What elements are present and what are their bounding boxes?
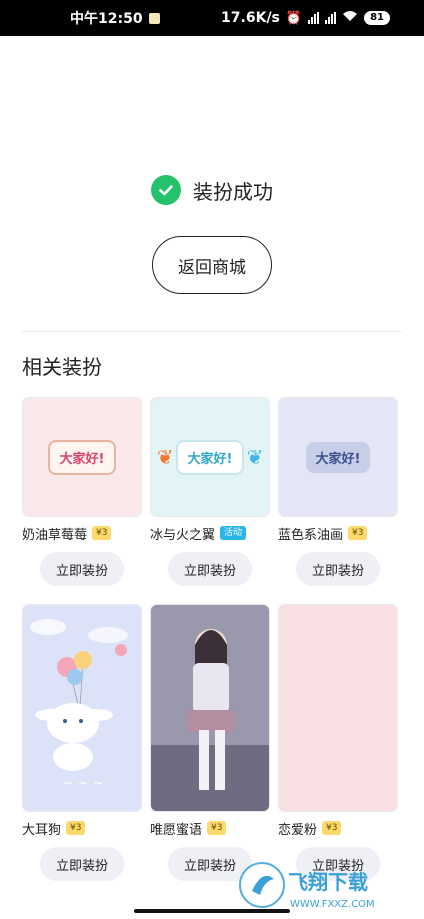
- product-thumbnail[interactable]: 大家好!: [278, 397, 398, 517]
- network-speed: 17.6K/s: [221, 10, 280, 26]
- product-name: 恋爱粉: [278, 822, 318, 838]
- apply-button[interactable]: 立即装扮: [40, 552, 124, 586]
- apply-button[interactable]: 立即装扮: [296, 552, 380, 586]
- product-card[interactable]: 大家好! 蓝色系油画 ¥3 立即装扮: [278, 397, 398, 586]
- product-card[interactable]: 大家好! 奶油草莓莓 ¥3 立即装扮: [22, 397, 142, 586]
- notification-icon: [148, 12, 160, 24]
- product-name: 冰与火之翼: [150, 527, 216, 543]
- svg-text:飞翔下载: 飞翔下载: [288, 870, 368, 894]
- product-card[interactable]: 唯愿蜜语 ¥3 立即装扮: [150, 604, 270, 881]
- bubble-preview: 大家好!: [47, 439, 117, 475]
- product-thumbnail[interactable]: 大家好!: [22, 397, 142, 517]
- check-circle-icon: [151, 175, 181, 205]
- photo-illustration: [151, 605, 269, 811]
- event-badge: 活动: [220, 526, 247, 540]
- product-thumbnail[interactable]: ❦ 大家好! ❦: [150, 397, 270, 517]
- svg-text:WWW.FXXZ.COM: WWW.FXXZ.COM: [290, 899, 375, 910]
- back-to-store-button[interactable]: 返回商城: [152, 236, 272, 294]
- product-card[interactable]: ❦ 大家好! ❦ 冰与火之翼 活动 立即装扮: [150, 397, 270, 586]
- product-card[interactable]: 恋爱粉 ¥3 立即装扮: [278, 604, 398, 881]
- product-thumbnail[interactable]: [278, 604, 398, 812]
- product-card[interactable]: ~ ~ ~ 大耳狗 ¥3 立即装扮: [22, 604, 142, 881]
- apply-button[interactable]: 立即装扮: [40, 847, 124, 881]
- watermark-logo: 飞翔下载 WWW.FXXZ.COM: [239, 862, 375, 910]
- wifi-icon: [342, 10, 358, 26]
- success-text: 装扮成功: [193, 179, 273, 204]
- product-thumbnail[interactable]: [150, 604, 270, 812]
- price-badge: ¥3: [92, 526, 112, 540]
- price-badge: ¥3: [348, 526, 368, 540]
- bubble-preview: 大家好!: [305, 441, 371, 473]
- product-name: 大耳狗: [22, 822, 62, 838]
- svg-text:~ ~ ~: ~ ~ ~: [63, 776, 104, 791]
- battery-icon: 81: [364, 11, 390, 25]
- home-indicator[interactable]: [134, 909, 290, 913]
- price-badge: ¥3: [207, 821, 227, 835]
- bubble-preview: 大家好!: [175, 439, 245, 475]
- ice-wing-icon: ❦: [246, 445, 264, 469]
- apply-button[interactable]: 立即装扮: [168, 552, 252, 586]
- alarm-icon: ⏰: [285, 10, 303, 26]
- signal-icon-2: [325, 12, 337, 24]
- product-name: 唯愿蜜语: [150, 822, 203, 838]
- success-message: 装扮成功: [0, 175, 424, 205]
- product-thumbnail[interactable]: ~ ~ ~: [22, 604, 142, 812]
- price-badge: ¥3: [66, 821, 86, 835]
- section-title: 相关装扮: [22, 355, 102, 379]
- product-name: 奶油草莓莓: [22, 527, 88, 543]
- divider: [22, 331, 402, 332]
- fire-wing-icon: ❦: [156, 445, 174, 469]
- status-bar: 中午12:50 17.6K/s ⏰ 81: [0, 0, 424, 36]
- product-name: 蓝色系油画: [278, 527, 344, 543]
- price-badge: ¥3: [322, 821, 342, 835]
- status-time: 中午12:50: [70, 11, 143, 27]
- cinnamoroll-illustration: ~ ~ ~: [30, 619, 128, 791]
- signal-icon: [308, 12, 320, 24]
